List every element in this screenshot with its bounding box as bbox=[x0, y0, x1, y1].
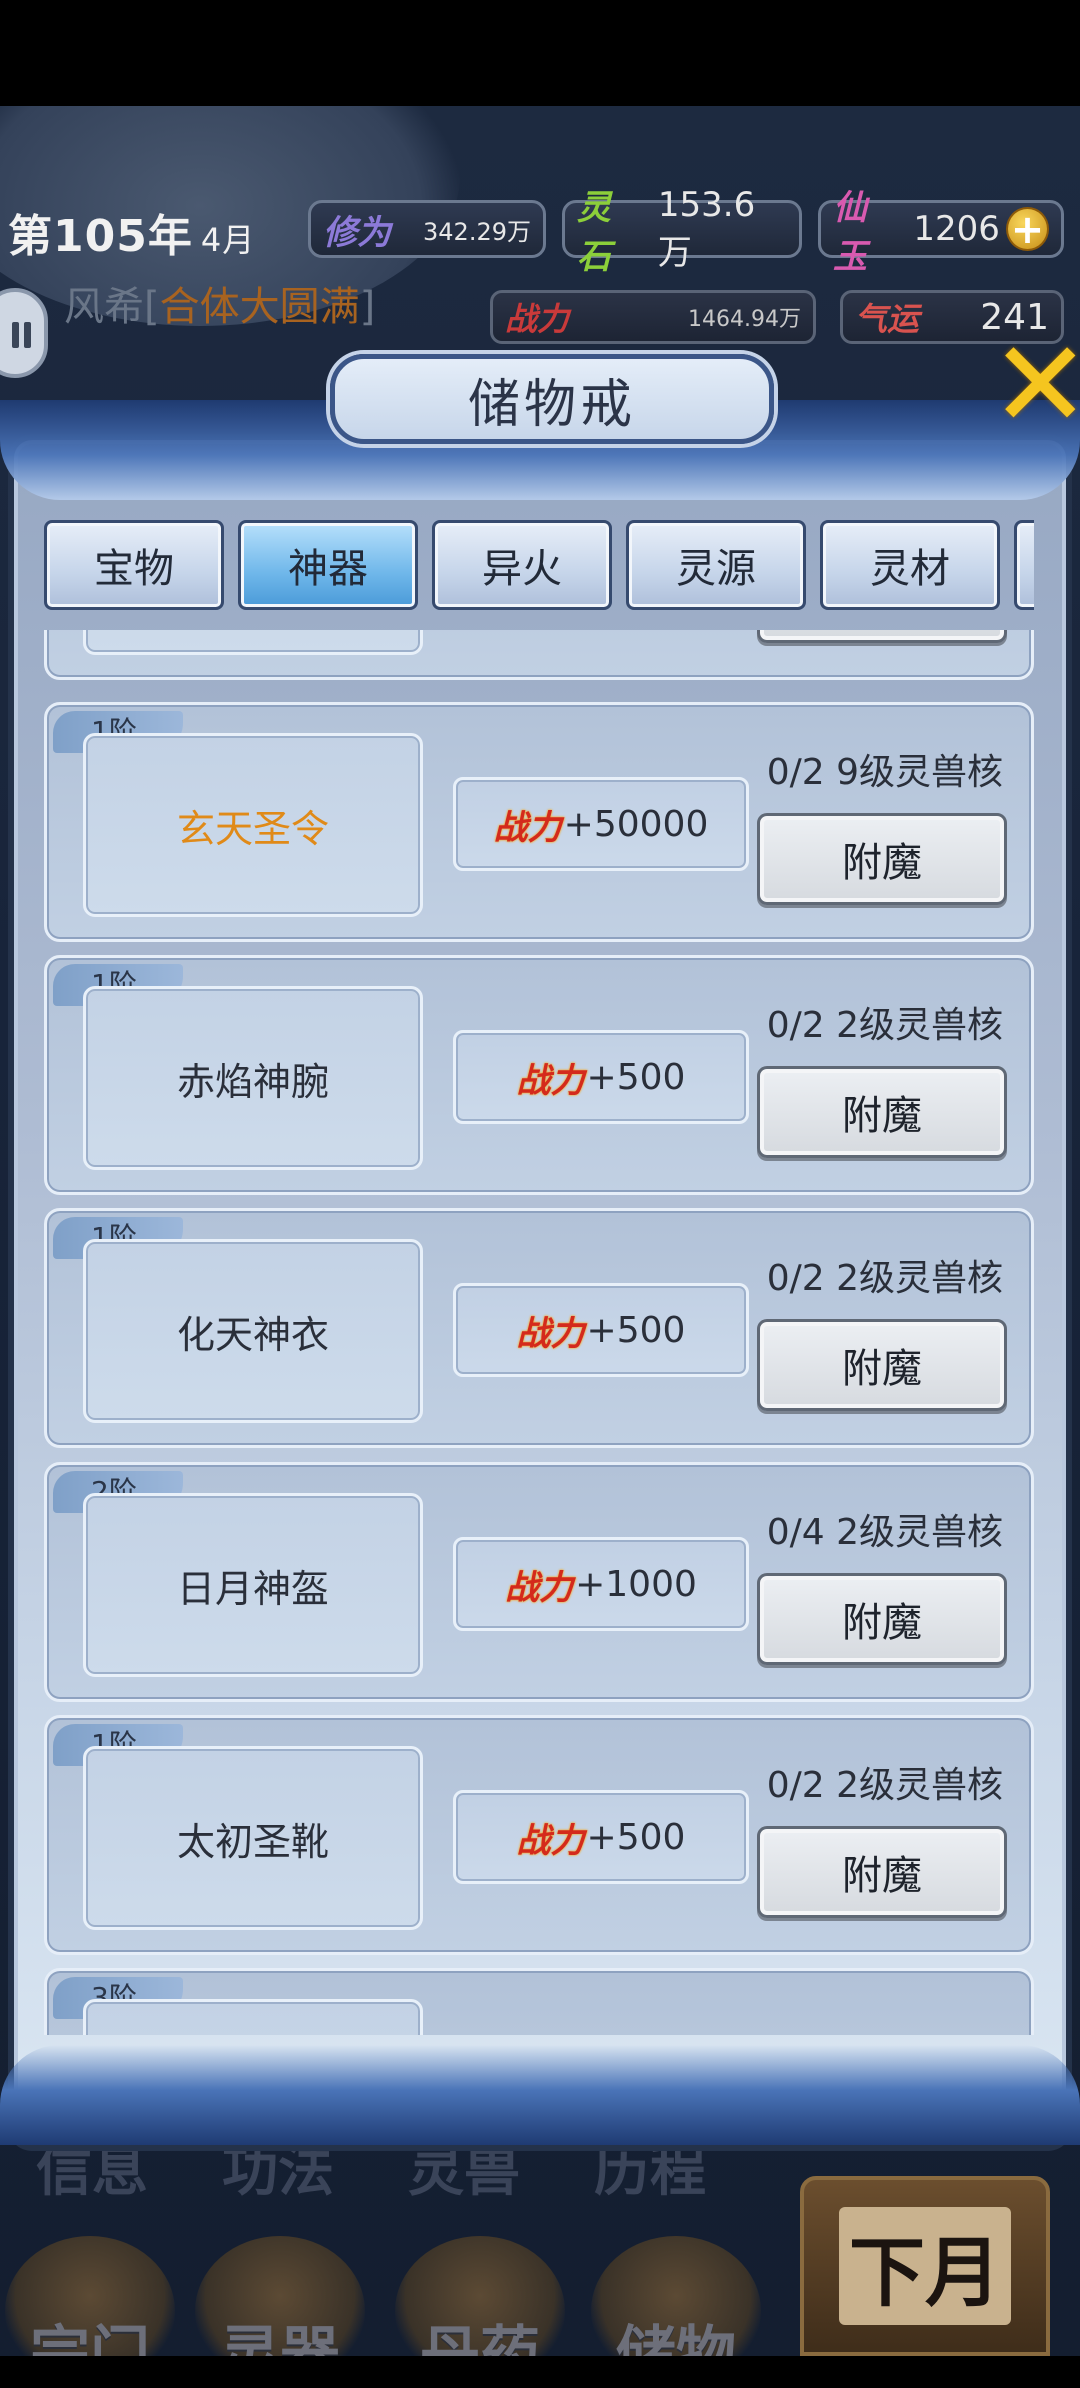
enchant-button[interactable]: 附魔 bbox=[757, 1066, 1007, 1158]
player-info: 风希[合体大圆满] bbox=[64, 274, 375, 332]
power-bonus-value: +500 bbox=[586, 1309, 686, 1351]
nav-bar-area bbox=[0, 2356, 1080, 2388]
artifact-list[interactable]: 1阶 玄天圣令 战力 +50000 0/2 9级灵兽核 附魔 1阶 赤焰神腕 战力… bbox=[44, 630, 1034, 2035]
pause-button[interactable] bbox=[0, 288, 48, 378]
list-item: 1阶 太初圣靴 战力 +500 0/2 2级灵兽核 附魔 bbox=[44, 1715, 1034, 1955]
list-item: 2阶 日月神盔 战力 +1000 0/4 2级灵兽核 附魔 bbox=[44, 1462, 1034, 1702]
storage-ring-dialog: 储物戒 ✕ 宝物 神器 异火 灵源 灵材 1阶 玄天圣令 战力 +50000 0/… bbox=[0, 326, 1080, 2145]
player-realm: 合体大圆满 bbox=[159, 284, 360, 330]
tab-artifact[interactable]: 神器 bbox=[238, 520, 418, 610]
list-item: 1阶 化天神衣 战力 +500 0/2 2级灵兽核 附魔 bbox=[44, 1208, 1034, 1448]
power-bonus-value: +50000 bbox=[563, 803, 709, 845]
bottom-navigation: 信息 功法 灵兽 历程 宗门 灵器 丹药 储物 下月 bbox=[0, 2126, 1080, 2388]
cultivation-label: 修为 bbox=[323, 212, 391, 253]
tab-strange-fire[interactable]: 异火 bbox=[432, 520, 612, 610]
category-tabs: 宝物 神器 异火 灵源 灵材 bbox=[44, 520, 1034, 616]
dialog-title: 储物戒 bbox=[330, 354, 774, 444]
spirit-stone-counter: 灵石 153.6万 bbox=[562, 185, 802, 277]
list-item: 1阶 玄天圣令 战力 +50000 0/2 9级灵兽核 附魔 bbox=[44, 702, 1034, 942]
tab-spirit-source[interactable]: 灵源 bbox=[626, 520, 806, 610]
cultivation-value: 342.29万 bbox=[423, 217, 531, 246]
combat-power-value: 1464.94万 bbox=[688, 307, 801, 332]
power-bonus: 战力 +500 bbox=[453, 1030, 749, 1124]
combat-power-label: 战力 bbox=[505, 300, 570, 338]
power-bonus: 战力 +500 bbox=[453, 1283, 749, 1377]
item-name-box bbox=[83, 630, 423, 655]
combat-power-display: 战力 1464.94万 bbox=[490, 290, 816, 344]
bracket-left: [ bbox=[144, 284, 160, 330]
power-bonus: 战力 +50000 bbox=[453, 777, 749, 871]
jade-label: 仙玉 bbox=[833, 188, 867, 277]
jade-value: 1206 bbox=[913, 209, 1000, 249]
jade-counter: 仙玉 1206 + bbox=[818, 188, 1064, 277]
power-bonus-value: +500 bbox=[586, 1056, 686, 1098]
item-name[interactable]: 化天神衣 bbox=[83, 1239, 423, 1423]
power-bonus-value: +1000 bbox=[575, 1563, 697, 1605]
close-icon[interactable]: ✕ bbox=[990, 326, 1080, 446]
add-jade-button[interactable]: + bbox=[1005, 207, 1049, 251]
material-requirement: 0/2 9级灵兽核 bbox=[766, 752, 1003, 793]
enchant-button[interactable]: 附魔 bbox=[757, 1573, 1007, 1665]
enchant-button[interactable] bbox=[757, 630, 1007, 643]
bracket-right: ] bbox=[359, 284, 376, 330]
list-item bbox=[44, 630, 1034, 680]
power-label: 战力 bbox=[516, 1060, 585, 1101]
month-text: 4月 bbox=[200, 221, 256, 259]
material-requirement: 0/2 2级灵兽核 bbox=[766, 1005, 1003, 1046]
tab-more-partial[interactable] bbox=[1014, 520, 1034, 610]
material-requirement: 0/4 2级灵兽核 bbox=[766, 1512, 1003, 1553]
list-item: 1阶 赤焰神腕 战力 +500 0/2 2级灵兽核 附魔 bbox=[44, 955, 1034, 1195]
cultivation-counter: 修为 342.29万 bbox=[308, 200, 546, 258]
spirit-stone-value: 153.6万 bbox=[657, 184, 756, 273]
power-bonus-value: +500 bbox=[586, 1816, 686, 1858]
enchant-button[interactable]: 附魔 bbox=[757, 813, 1007, 905]
item-name[interactable]: 太初圣靴 bbox=[83, 1746, 423, 1930]
player-name: 风希 bbox=[64, 284, 144, 330]
calendar-display: 第105年 4月 bbox=[8, 200, 255, 264]
dialog-bottom-wave bbox=[0, 2045, 1080, 2145]
power-label: 战力 bbox=[493, 807, 562, 848]
tab-spirit-material[interactable]: 灵材 bbox=[820, 520, 1000, 610]
power-label: 战力 bbox=[516, 1820, 585, 1861]
power-bonus: 战力 +1000 bbox=[453, 1537, 749, 1631]
year-text: 第105年 bbox=[8, 211, 193, 262]
item-name-box bbox=[83, 1999, 423, 2035]
material-requirement: 0/2 2级灵兽核 bbox=[766, 1765, 1003, 1806]
power-label: 战力 bbox=[505, 1567, 574, 1608]
luck-label: 气运 bbox=[855, 300, 920, 338]
status-bar bbox=[0, 0, 1080, 106]
next-month-button[interactable]: 下月 bbox=[800, 2176, 1050, 2356]
item-name[interactable]: 日月神盔 bbox=[83, 1493, 423, 1677]
power-label: 战力 bbox=[516, 1313, 585, 1354]
enchant-button[interactable]: 附魔 bbox=[757, 1826, 1007, 1918]
item-name[interactable]: 赤焰神腕 bbox=[83, 986, 423, 1170]
next-month-label: 下月 bbox=[839, 2207, 1011, 2325]
spirit-stone-label: 灵石 bbox=[577, 188, 611, 277]
list-item: 3阶 bbox=[44, 1968, 1034, 2035]
power-bonus: 战力 +500 bbox=[453, 1790, 749, 1884]
item-name[interactable]: 玄天圣令 bbox=[83, 733, 423, 917]
enchant-button[interactable]: 附魔 bbox=[757, 1319, 1007, 1411]
material-requirement: 0/2 2级灵兽核 bbox=[766, 1258, 1003, 1299]
tab-treasure[interactable]: 宝物 bbox=[44, 520, 224, 610]
